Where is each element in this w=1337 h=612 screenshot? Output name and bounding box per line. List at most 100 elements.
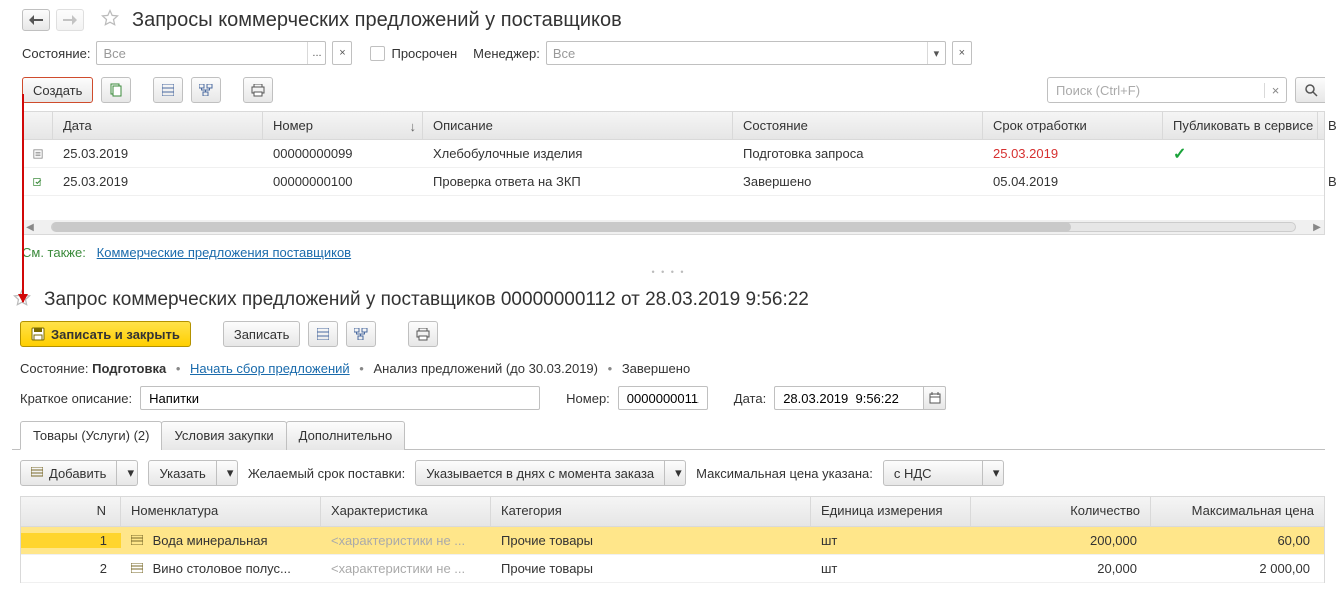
- scroll-left-icon[interactable]: ◀: [23, 222, 37, 233]
- cell-n: 1: [21, 533, 121, 548]
- col-date[interactable]: Дата: [53, 112, 263, 139]
- manager-filter-combo[interactable]: Все ▾: [546, 41, 946, 65]
- col-row-unit[interactable]: Единица измерения: [811, 497, 971, 526]
- print-button[interactable]: [243, 77, 273, 103]
- col-desc[interactable]: Описание: [423, 112, 733, 139]
- cell-cat: Прочие товары: [491, 561, 811, 576]
- col-row-n[interactable]: N: [21, 497, 121, 526]
- tab-terms[interactable]: Условия закупки: [161, 421, 286, 450]
- cell-unit: шт: [811, 533, 971, 548]
- hierarchy-button[interactable]: [191, 77, 221, 103]
- manager-filter-value: Все: [547, 46, 927, 61]
- create-button[interactable]: Создать: [22, 77, 93, 103]
- col-row-char[interactable]: Характеристика: [321, 497, 491, 526]
- tab-more[interactable]: Дополнительно: [286, 421, 406, 450]
- see-also-link[interactable]: Коммерческие предложения поставщиков: [97, 245, 351, 260]
- cell-date: 25.03.2019: [53, 174, 263, 189]
- delivery-term-label: Желаемый срок поставки:: [248, 466, 405, 481]
- clear-icon[interactable]: ×: [953, 42, 971, 64]
- manager-filter-clear-button[interactable]: ×: [952, 41, 972, 65]
- col-ext[interactable]: В: [1318, 112, 1337, 139]
- doc-list-mode-button[interactable]: [308, 321, 338, 347]
- cell-desc: Проверка ответа на ЗКП: [423, 174, 733, 189]
- cell-price: 60,00: [1151, 533, 1324, 548]
- save-button[interactable]: Записать: [223, 321, 301, 347]
- row-status-icon: [23, 148, 53, 160]
- search-box[interactable]: ×: [1047, 77, 1287, 103]
- list-mode-button[interactable]: [153, 77, 183, 103]
- date-calendar-button[interactable]: [924, 386, 946, 410]
- col-due[interactable]: Срок отработки: [983, 112, 1163, 139]
- date-field-label: Дата:: [734, 391, 766, 406]
- desc-input[interactable]: [147, 390, 533, 407]
- add-item-button[interactable]: Добавить ▾: [20, 460, 138, 486]
- cell-number: 00000000099: [263, 146, 423, 161]
- overdue-checkbox[interactable]: [370, 46, 385, 61]
- cell-qty: 20,000: [971, 561, 1151, 576]
- status-step-done: Завершено: [622, 361, 690, 376]
- table-row[interactable]: 25.03.201900000000099Хлебобулочные издел…: [23, 140, 1324, 168]
- state-filter-clear-button[interactable]: ×: [332, 41, 352, 65]
- favorite-star-icon[interactable]: [100, 8, 120, 31]
- cell-price: 2 000,00: [1151, 561, 1324, 576]
- table-row[interactable]: 1 Вода минеральная<характеристики не ...…: [21, 527, 1324, 555]
- cell-number: 00000000100: [263, 174, 423, 189]
- col-row-nom[interactable]: Номенклатура: [121, 497, 321, 526]
- desc-field[interactable]: [140, 386, 540, 410]
- cell-publish: ✓: [1163, 144, 1318, 164]
- status-step-analysis: Анализ предложений (до 30.03.2019): [373, 361, 598, 376]
- search-input[interactable]: [1048, 83, 1264, 98]
- state-filter-combo[interactable]: Все ...: [96, 41, 326, 65]
- add-item-dropdown[interactable]: ▾: [117, 460, 138, 486]
- copy-doc-button[interactable]: [101, 77, 131, 103]
- col-number[interactable]: Номер↓: [263, 112, 423, 139]
- manager-filter-dropdown-button[interactable]: ▾: [927, 42, 945, 64]
- status-step-start-collection[interactable]: Начать сбор предложений: [190, 361, 350, 376]
- tab-goods[interactable]: Товары (Услуги) (2): [20, 421, 162, 450]
- manager-filter-label: Менеджер:: [473, 46, 540, 61]
- pane-splitter[interactable]: • • • •: [0, 268, 1337, 276]
- col-publish[interactable]: Публиковать в сервисе: [1163, 112, 1318, 139]
- horizontal-scrollbar[interactable]: ◀ ▶: [23, 220, 1324, 234]
- save-and-close-button[interactable]: Записать и закрыть: [20, 321, 191, 347]
- state-filter-ellipsis-button[interactable]: ...: [307, 42, 325, 64]
- scroll-right-icon[interactable]: ▶: [1310, 222, 1324, 233]
- search-clear-button[interactable]: ×: [1264, 83, 1286, 98]
- create-button-label: Создать: [33, 83, 82, 98]
- nomenclature-icon: [131, 535, 143, 545]
- calendar-icon: [929, 392, 941, 404]
- items-table-header: N Номенклатура Характеристика Категория …: [21, 497, 1324, 527]
- col-row-price[interactable]: Максимальная цена: [1151, 497, 1324, 526]
- col-row-cat[interactable]: Категория: [491, 497, 811, 526]
- number-field[interactable]: [618, 386, 708, 410]
- specify-button[interactable]: Указать ▾: [148, 460, 237, 486]
- specify-dropdown[interactable]: ▾: [217, 460, 238, 486]
- col-state[interactable]: Состояние: [733, 112, 983, 139]
- delivery-term-combo[interactable]: Указывается в днях с момента заказа ▾: [415, 460, 686, 486]
- annotation-arrow: [22, 94, 24, 302]
- scrollbar-thumb[interactable]: [52, 222, 1071, 232]
- items-table: N Номенклатура Характеристика Категория …: [20, 496, 1325, 583]
- nav-back-button[interactable]: [22, 9, 50, 31]
- doc-print-button[interactable]: [408, 321, 438, 347]
- save-icon: [31, 327, 45, 341]
- nav-forward-button[interactable]: [56, 9, 84, 31]
- search-run-button[interactable]: [1295, 77, 1325, 103]
- doc-hierarchy-button[interactable]: [346, 321, 376, 347]
- number-input[interactable]: [625, 390, 701, 407]
- col-row-qty[interactable]: Количество: [971, 497, 1151, 526]
- maxprice-mode-combo[interactable]: с НДС ▾: [883, 460, 1004, 486]
- cell-char: <характеристики не ...: [321, 533, 491, 548]
- cell-ext: В: [1318, 174, 1337, 189]
- clear-icon[interactable]: ×: [333, 42, 351, 64]
- nomenclature-icon: [131, 563, 143, 573]
- table-row[interactable]: 25.03.201900000000100Проверка ответа на …: [23, 168, 1324, 196]
- delivery-term-dropdown[interactable]: ▾: [665, 460, 686, 486]
- date-field[interactable]: [774, 386, 924, 410]
- requests-table-header: Дата Номер↓ Описание Состояние Срок отра…: [23, 112, 1324, 140]
- status-label: Состояние:: [20, 361, 88, 376]
- date-input[interactable]: [781, 390, 917, 407]
- table-row[interactable]: 2 Вино столовое полус...<характеристики …: [21, 555, 1324, 583]
- page-title: Запросы коммерческих предложений у поста…: [132, 9, 622, 31]
- maxprice-mode-dropdown[interactable]: ▾: [983, 460, 1004, 486]
